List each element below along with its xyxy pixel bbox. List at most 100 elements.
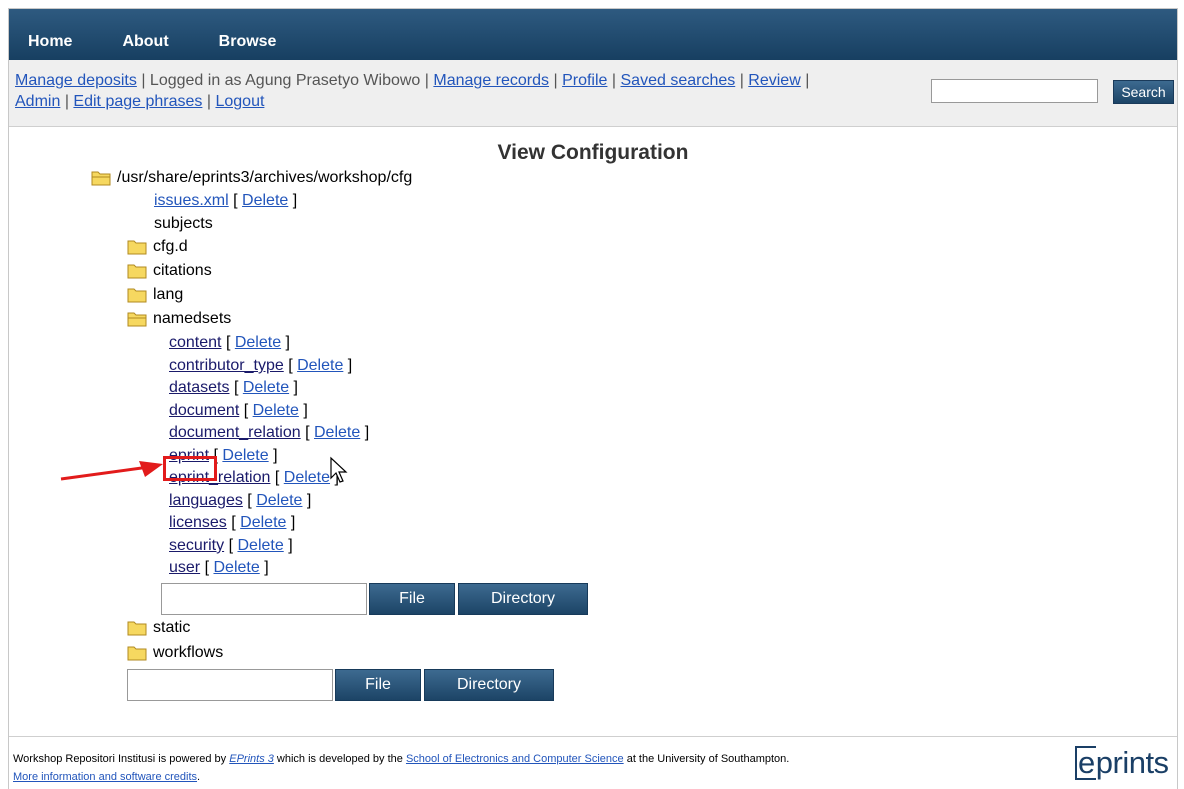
- bracket: ]: [285, 334, 290, 351]
- bracket: ]: [293, 379, 298, 396]
- new-name-input[interactable]: [161, 583, 367, 615]
- issues-xml-link[interactable]: issues.xml: [154, 191, 229, 211]
- file-link[interactable]: content: [169, 333, 221, 353]
- delete-link[interactable]: Delete: [314, 423, 360, 443]
- tree-folder-static[interactable]: static: [127, 618, 190, 638]
- eprints3-link[interactable]: EPrints 3: [229, 753, 274, 765]
- mouse-cursor-icon: [330, 456, 348, 483]
- file-link[interactable]: languages: [169, 491, 243, 511]
- delete-link[interactable]: Delete: [235, 333, 281, 353]
- separator: |: [805, 72, 810, 89]
- tree-folder-workflows[interactable]: workflows: [127, 643, 223, 663]
- tree-file-row: datasets [ Delete ]: [169, 378, 298, 398]
- bracket: ]: [364, 424, 370, 441]
- separator: |: [611, 72, 617, 89]
- folder-icon: [127, 264, 147, 279]
- file-link[interactable]: licenses: [169, 513, 227, 533]
- folder-open-icon: [127, 312, 147, 327]
- separator: |: [424, 72, 429, 89]
- bracket: [: [231, 514, 236, 531]
- manage-deposits-link[interactable]: Manage deposits: [15, 72, 137, 89]
- separator: |: [553, 72, 558, 89]
- separator: |: [739, 72, 744, 89]
- footer-text-part: Workshop Repositori Institusi is powered…: [13, 753, 230, 765]
- profile-link[interactable]: Profile: [562, 72, 607, 89]
- delete-link[interactable]: Delete: [284, 468, 330, 488]
- footer-text-part: at the University of Southampton.: [623, 753, 790, 765]
- review-link[interactable]: Review: [748, 72, 800, 89]
- tree-root: /usr/share/eprints3/archives/workshop/cf…: [91, 168, 412, 188]
- delete-link[interactable]: Delete: [253, 401, 299, 421]
- tree-folder-cfgd[interactable]: cfg.d: [127, 237, 188, 257]
- separator: |: [206, 93, 212, 110]
- separator: |: [141, 72, 146, 89]
- delete-link[interactable]: Delete: [222, 446, 268, 466]
- create-directory-button[interactable]: Directory: [424, 669, 554, 701]
- delete-link[interactable]: Delete: [297, 356, 343, 376]
- logout-link[interactable]: Logout: [215, 93, 264, 110]
- saved-searches-link[interactable]: Saved searches: [621, 72, 736, 89]
- bracket: ]: [264, 559, 269, 576]
- more-info-link[interactable]: More information and software credits: [13, 771, 197, 783]
- nav-about[interactable]: About: [122, 33, 168, 60]
- search-button[interactable]: Search: [1113, 80, 1174, 104]
- create-file-button[interactable]: File: [335, 669, 421, 701]
- bracket: [: [243, 402, 249, 419]
- nav-browse[interactable]: Browse: [219, 33, 277, 60]
- file-link[interactable]: datasets: [169, 378, 229, 398]
- nav-home[interactable]: Home: [28, 33, 72, 60]
- file-link[interactable]: user: [169, 558, 200, 578]
- folder-icon: [127, 240, 147, 255]
- school-link[interactable]: School of Electronics and Computer Scien…: [406, 753, 624, 765]
- tree-folder-lang[interactable]: lang: [127, 285, 183, 305]
- file-link[interactable]: contributor_type: [169, 356, 284, 376]
- delete-link[interactable]: Delete: [240, 513, 286, 533]
- tree-folder-namedsets[interactable]: namedsets: [127, 309, 231, 329]
- file-link[interactable]: document: [169, 401, 239, 421]
- logged-in-text: Logged in as Agung Prasetyo Wibowo: [149, 72, 421, 89]
- bracket: ]: [303, 402, 308, 419]
- folder-label: workflows: [153, 644, 224, 661]
- manage-records-link[interactable]: Manage records: [433, 72, 549, 89]
- search-input[interactable]: [931, 79, 1098, 103]
- delete-link[interactable]: Delete: [242, 191, 288, 211]
- create-file-button[interactable]: File: [369, 583, 455, 615]
- delete-link[interactable]: Delete: [243, 378, 289, 398]
- tree-file-row: document [ Delete ]: [169, 401, 308, 421]
- delete-link[interactable]: Delete: [256, 491, 302, 511]
- tree-file-row: issues.xml [ Delete ]: [154, 191, 297, 211]
- folder-icon: [127, 288, 147, 303]
- bracket: [: [233, 379, 239, 396]
- bracket: ]: [290, 514, 296, 531]
- red-arrow-icon: [60, 461, 163, 481]
- eprints-logo[interactable]: eprints: [1075, 745, 1169, 781]
- new-name-input[interactable]: [127, 669, 333, 701]
- tree-file-row: user [ Delete ]: [169, 558, 269, 578]
- user-links: Manage deposits | Logged in as Agung Pra…: [15, 70, 815, 112]
- bracket: ]: [347, 357, 353, 374]
- bracket: [: [274, 469, 280, 486]
- folder-label: lang: [153, 286, 184, 303]
- bracket: [: [228, 537, 234, 554]
- delete-link[interactable]: Delete: [237, 536, 283, 556]
- bracket: [: [305, 424, 310, 441]
- admin-link[interactable]: Admin: [15, 93, 60, 110]
- tree-file-row: languages [ Delete ]: [169, 491, 311, 511]
- tree-folder-citations[interactable]: citations: [127, 261, 212, 281]
- top-nav: Home About Browse: [9, 9, 1177, 60]
- page-title: View Configuration: [497, 141, 689, 164]
- folder-open-icon: [91, 171, 111, 186]
- footer-text: Workshop Repositori Institusi is powered…: [13, 750, 1063, 786]
- folder-label: cfg.d: [153, 238, 188, 255]
- logo-e: e: [1075, 746, 1096, 780]
- bracket: [: [288, 357, 293, 374]
- folder-label: static: [153, 619, 191, 636]
- file-link[interactable]: document_relation: [169, 423, 301, 443]
- delete-link[interactable]: Delete: [213, 558, 259, 578]
- folder-label: namedsets: [153, 310, 232, 327]
- create-directory-button[interactable]: Directory: [458, 583, 588, 615]
- edit-page-phrases-link[interactable]: Edit page phrases: [73, 93, 202, 110]
- tree-file-row: contributor_type [ Delete ]: [169, 356, 352, 376]
- folder-icon: [127, 646, 147, 661]
- file-link[interactable]: security: [169, 536, 224, 556]
